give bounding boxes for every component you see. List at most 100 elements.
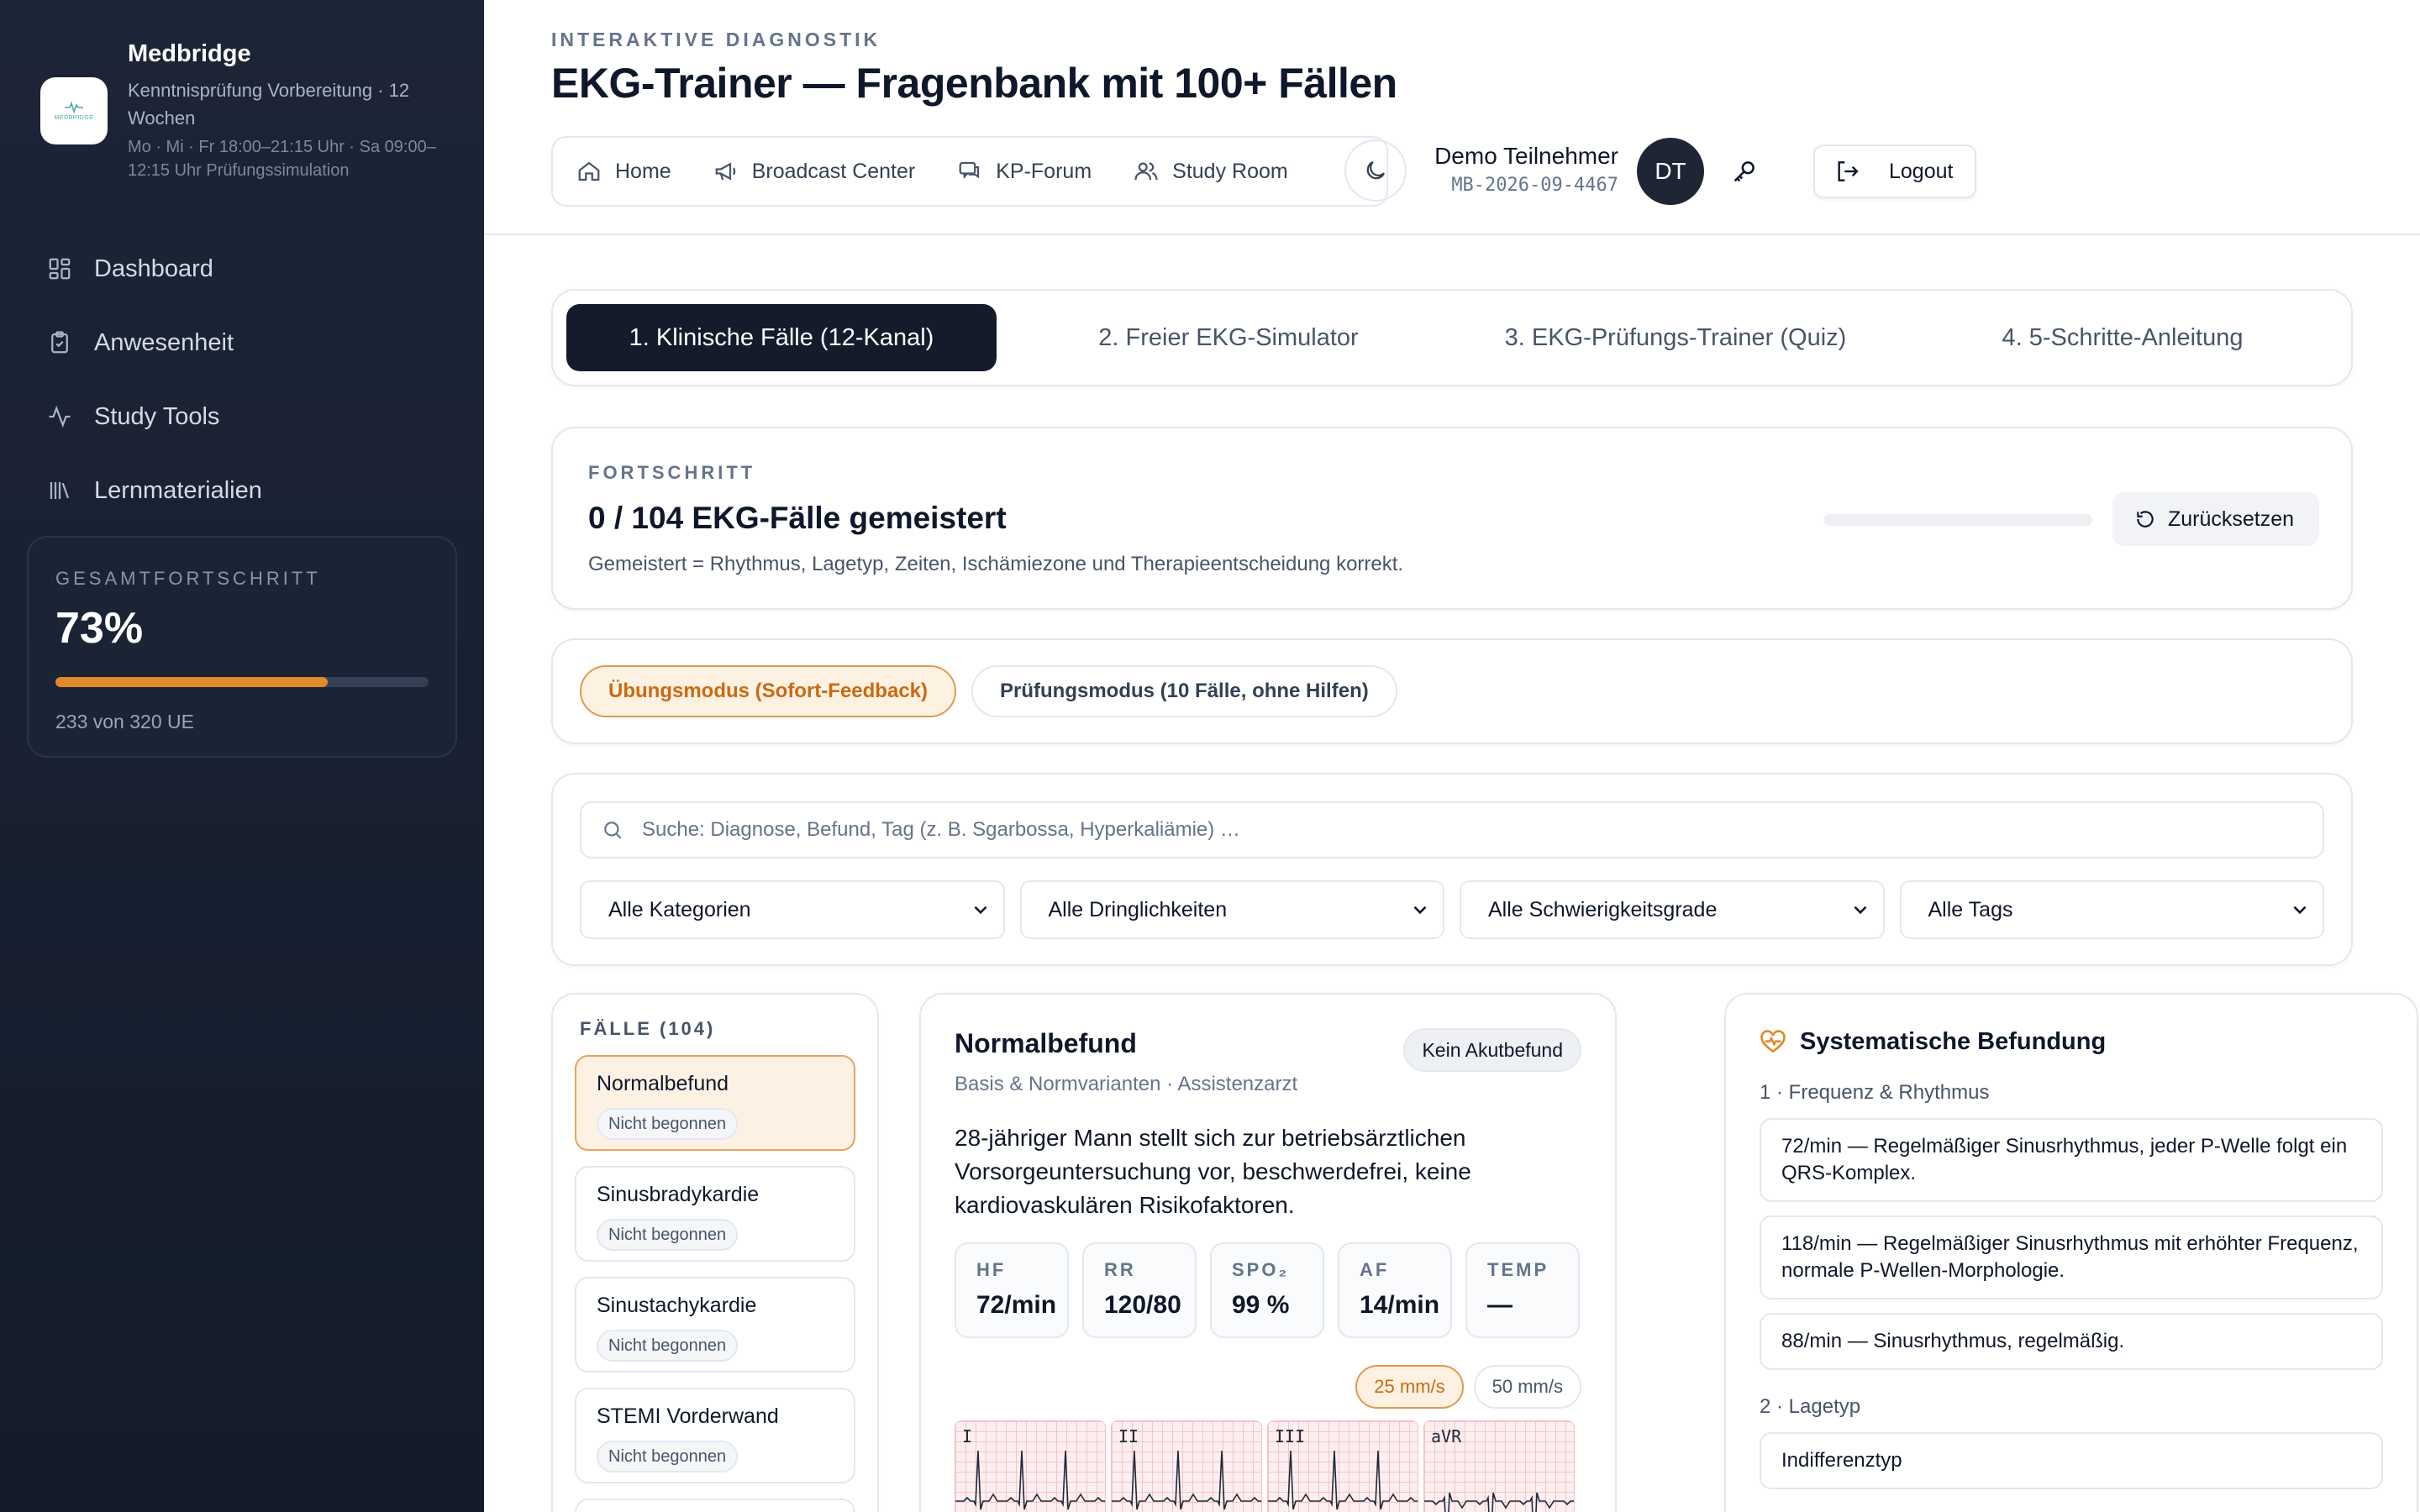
home-icon bbox=[578, 161, 600, 181]
case-list: FÄLLE (104) Normalbefund Nicht begonnen … bbox=[551, 993, 879, 1512]
mode-panel: Übungsmodus (Sofort-Feedback) Prüfungsmo… bbox=[551, 638, 2353, 744]
lead-label: II bbox=[1118, 1426, 1139, 1446]
speed-25-button[interactable]: 25 mm/s bbox=[1355, 1365, 1464, 1409]
vital-value: — bbox=[1487, 1291, 1512, 1319]
vital-value: 120/80 bbox=[1104, 1291, 1181, 1319]
avatar[interactable]: DT bbox=[1637, 138, 1704, 205]
brand-name: Medbridge bbox=[128, 40, 251, 67]
chat-icon bbox=[959, 161, 980, 179]
answer-option[interactable]: 118/min — Regelmäßiger Sinusrhythmus mit… bbox=[1760, 1215, 2383, 1299]
vital-label: HF bbox=[976, 1259, 1007, 1280]
case-progress-bar bbox=[1823, 514, 2092, 526]
top-nav: Home Broadcast Center KP-Forum Study Roo… bbox=[551, 136, 1388, 207]
topnav-home[interactable]: Home bbox=[576, 159, 671, 184]
speed-50-button[interactable]: 50 mm/s bbox=[1473, 1365, 1581, 1409]
topnav-broadcast-center[interactable]: Broadcast Center bbox=[713, 159, 915, 184]
case-name: Sinustachykardie bbox=[597, 1294, 757, 1317]
sidebar: MEDBRIDGE Medbridge Kenntnisprüfung Vorb… bbox=[0, 0, 484, 1512]
tab-5-schritte[interactable]: 4. 5-Schritte-Anleitung bbox=[1907, 304, 2338, 371]
topnav-study-room[interactable]: Study Room bbox=[1134, 159, 1288, 184]
overall-progress-bar bbox=[55, 677, 429, 687]
tab-freier-simulator[interactable]: 2. Freier EKG-Simulator bbox=[1013, 304, 1444, 371]
mode-uebung[interactable]: Übungsmodus (Sofort-Feedback) bbox=[580, 665, 957, 717]
mode-pruefung[interactable]: Prüfungsmodus (10 Fälle, ohne Hilfen) bbox=[971, 665, 1397, 717]
sidebar-item-label: Dashboard bbox=[94, 255, 213, 282]
reset-button[interactable]: Zurücksetzen bbox=[2112, 492, 2319, 546]
clipboard-check-icon bbox=[51, 331, 68, 354]
vital-value: 72/min bbox=[976, 1291, 1057, 1319]
vitals: HF 72/min RR 120/80 SPO₂ 99 % AF 14/min … bbox=[955, 1242, 1581, 1338]
ecg-lead-ii: II bbox=[1111, 1420, 1262, 1512]
logout-button[interactable]: Logout bbox=[1813, 144, 1976, 198]
logo-mark-icon bbox=[65, 101, 83, 113]
sidebar-item-study-tools[interactable]: Study Tools bbox=[47, 380, 262, 454]
page-title: EKG-Trainer — Fragenbank mit 100+ Fällen bbox=[551, 60, 1397, 107]
case-progress-panel: FORTSCHRITT 0 / 104 EKG-Fälle gemeistert… bbox=[551, 427, 2353, 610]
case-item[interactable]: Sinustachykardie Nicht begonnen bbox=[575, 1277, 855, 1373]
change-password-button[interactable] bbox=[1719, 146, 1770, 197]
brand[interactable]: MEDBRIDGE Medbridge Kenntnisprüfung Vorb… bbox=[40, 40, 447, 182]
user-name: Demo Teilnehmer bbox=[1434, 143, 1618, 169]
logout-icon bbox=[1838, 161, 1859, 181]
ecg-strip: I II III aVR bbox=[955, 1420, 1581, 1512]
case-item[interactable]: Sinusbradykardie Nicht begonnen bbox=[575, 1166, 855, 1262]
sidebar-item-label: Anwesenheit bbox=[94, 328, 234, 356]
overall-progress-value: 73% bbox=[55, 604, 144, 653]
tab-bar: 1. Klinische Fälle (12-Kanal) 2. Freier … bbox=[551, 289, 2353, 386]
lead-label: aVR bbox=[1431, 1426, 1462, 1446]
answer-option[interactable]: Indifferenztyp bbox=[1760, 1432, 2383, 1489]
case-list-title: FÄLLE (104) bbox=[580, 1018, 716, 1039]
overall-progress-card: GESAMTFORTSCHRITT 73% 233 von 320 UE bbox=[27, 536, 457, 758]
brand-subtitle: Kenntnisprüfung Vorbereitung · 12 Wochen bbox=[128, 80, 410, 129]
answer-option[interactable]: 72/min — Regelmäßiger Sinusrhythmus, jed… bbox=[1760, 1118, 2383, 1202]
vital-hf: HF 72/min bbox=[955, 1242, 1069, 1338]
sidebar-item-lernmaterialien[interactable]: Lernmaterialien bbox=[47, 454, 262, 528]
select-schwierigkeitsgrade[interactable]: Alle Schwierigkeitsgrade bbox=[1460, 880, 1885, 939]
topnav-label: Home bbox=[615, 159, 671, 183]
case-detail: Normalbefund Kein Akutbefund Basis & Nor… bbox=[919, 993, 1617, 1512]
answer-option[interactable]: 88/min — Sinusrhythmus, regelmäßig. bbox=[1760, 1313, 2383, 1370]
library-icon bbox=[50, 482, 70, 499]
select-tags[interactable]: Alle Tags bbox=[1899, 880, 2324, 939]
select-kategorien[interactable]: Alle Kategorien bbox=[580, 880, 1005, 939]
lead-label: I bbox=[962, 1426, 973, 1446]
activity-icon bbox=[49, 405, 71, 428]
search-input[interactable] bbox=[642, 818, 2238, 842]
vital-af: AF 14/min bbox=[1338, 1242, 1452, 1338]
ecg-lead-i: I bbox=[955, 1420, 1106, 1512]
case-status-badge: Nicht begonnen bbox=[597, 1108, 739, 1140]
lead-label: III bbox=[1275, 1426, 1306, 1446]
case-item[interactable]: Normalbefund Nicht begonnen bbox=[575, 1055, 855, 1151]
case-item[interactable]: STEMI Vorderwand Nicht begonnen bbox=[575, 1388, 855, 1483]
tab-klinische-faelle[interactable]: 1. Klinische Fälle (12-Kanal) bbox=[566, 304, 997, 371]
topnav-kp-forum[interactable]: KP-Forum bbox=[957, 159, 1092, 184]
chevron-down-icon bbox=[1854, 906, 1866, 915]
sidebar-item-dashboard[interactable]: Dashboard bbox=[47, 232, 262, 306]
page-eyebrow: INTERAKTIVE DIAGNOSTIK bbox=[551, 29, 881, 50]
chevron-down-icon bbox=[974, 906, 986, 915]
dashboard-icon bbox=[49, 258, 71, 280]
topnav-label: KP-Forum bbox=[996, 159, 1092, 183]
tab-pruefungs-trainer[interactable]: 3. EKG-Prüfungs-Trainer (Quiz) bbox=[1460, 304, 1891, 371]
section-frequenz-rhythmus: 1 · Frequenz & Rhythmus bbox=[1760, 1081, 1990, 1104]
logout-label: Logout bbox=[1889, 159, 1954, 183]
ecg-trace bbox=[955, 1450, 1105, 1510]
select-value: Alle Kategorien bbox=[608, 897, 751, 921]
case-status-badge: Nicht begonnen bbox=[597, 1219, 739, 1251]
select-dringlichkeiten[interactable]: Alle Dringlichkeiten bbox=[1019, 880, 1444, 939]
moon-icon bbox=[1366, 160, 1386, 180]
sidebar-item-anwesenheit[interactable]: Anwesenheit bbox=[47, 306, 262, 380]
findings-header: Systematische Befundung bbox=[1760, 1028, 2383, 1056]
case-name: Normalbefund bbox=[597, 1072, 729, 1095]
vital-temp: TEMP — bbox=[1465, 1242, 1580, 1338]
theme-toggle-button[interactable] bbox=[1344, 139, 1407, 202]
vital-label: RR bbox=[1104, 1259, 1136, 1280]
section-lagetyp: 2 · Lagetyp bbox=[1760, 1395, 1861, 1418]
vital-label: AF bbox=[1360, 1259, 1390, 1280]
sidebar-item-label: Lernmaterialien bbox=[94, 476, 262, 504]
case-item[interactable] bbox=[575, 1499, 855, 1512]
case-status-badge: Nicht begonnen bbox=[597, 1441, 739, 1473]
ecg-lead-avr: aVR bbox=[1423, 1420, 1575, 1512]
vital-rr: RR 120/80 bbox=[1082, 1242, 1197, 1338]
user-id: MB-2026-09-4467 bbox=[1451, 175, 1618, 196]
